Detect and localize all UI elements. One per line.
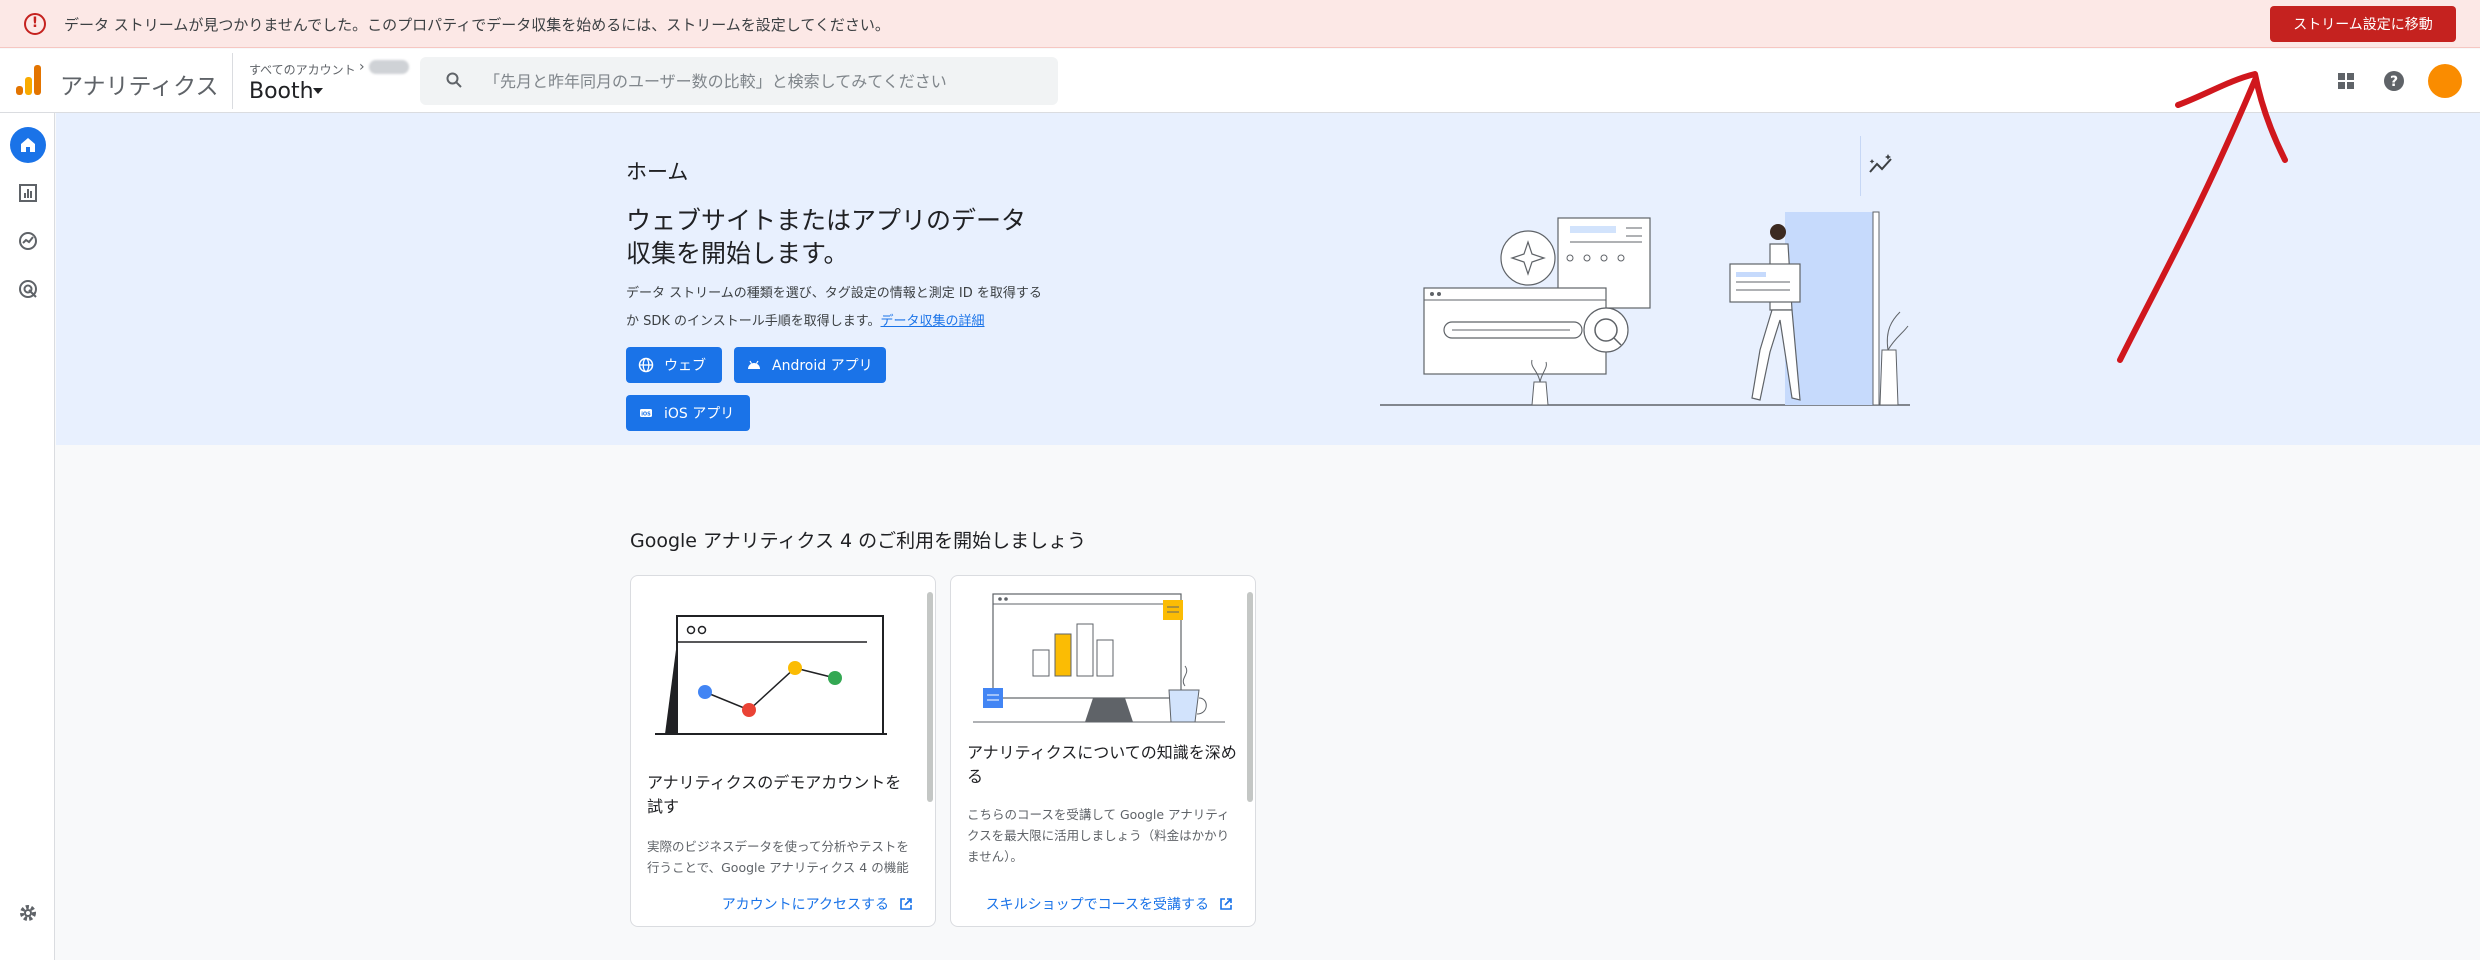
ios-icon: iOS [640, 409, 652, 418]
demo-account-card[interactable]: アナリティクスのデモアカウントを試す 実際のビジネスデータを使って分析やテストを… [630, 575, 936, 927]
access-account-link[interactable]: アカウントにアクセスする [722, 894, 913, 914]
globe-icon [638, 357, 654, 373]
insights-icon[interactable] [1866, 150, 1896, 180]
apps-icon[interactable] [2332, 67, 2360, 95]
search-input[interactable] [484, 57, 1044, 105]
search-icon [446, 72, 462, 88]
redacted-account-name [369, 60, 409, 74]
alert-circle-icon: ! [24, 13, 46, 35]
caret-down-icon [313, 88, 323, 94]
settings-icon[interactable] [10, 895, 46, 931]
avatar[interactable] [2428, 64, 2462, 98]
demo-card-title: アナリティクスのデモアカウントを試す [647, 773, 902, 816]
advertising-icon[interactable] [10, 271, 46, 307]
demo-card-description: 実際のビジネスデータを使って分析やテストを行うことで、Google アナリティク… [647, 839, 909, 875]
hero-heading: ウェブサイトまたはアプリのデータ収集を開始します。 [626, 206, 1027, 268]
account-picker[interactable]: すべてのアカウント › Booth [232, 53, 412, 109]
hero-description: データ ストリームの種類を選び、タグ設定の情報と測定 ID を取得するか SDK… [626, 280, 1046, 336]
divider [1860, 136, 1861, 196]
getting-started-title: Google アナリティクス 4 のご利用を開始しましょう [630, 530, 1087, 552]
left-nav-rail [0, 113, 55, 960]
data-collection-link[interactable]: データ収集の詳細 [881, 314, 985, 329]
hero-illustration [1380, 211, 1910, 406]
svg-text:iOS: iOS [641, 412, 651, 418]
chevron-right-icon: › [359, 59, 365, 75]
learn-card-description: こちらのコースを受講して Google アナリティクスを最大限に活用しましょう（… [967, 807, 1230, 864]
analytics-logo-icon[interactable] [16, 65, 42, 95]
ios-stream-label: iOS アプリ [664, 406, 735, 422]
skillshop-course-label: スキルショップでコースを受講する [985, 897, 1209, 913]
learn-analytics-card[interactable]: アナリティクスについての知識を深める こちらのコースを受講して Google ア… [950, 575, 1256, 927]
explore-icon[interactable] [10, 223, 46, 259]
android-stream-label: Android アプリ [772, 358, 873, 374]
search-bar[interactable] [420, 57, 1058, 105]
skillshop-course-link[interactable]: スキルショップでコースを受講する [986, 894, 1233, 914]
web-stream-button[interactable]: ウェブ [626, 347, 722, 383]
reports-icon[interactable] [10, 175, 46, 211]
alert-message: データ ストリームが見つかりませんでした。このプロパティでデータ収集を始めるには… [64, 16, 890, 34]
alert-banner: ! データ ストリームが見つかりませんでした。このプロパティでデータ収集を始める… [0, 0, 2480, 48]
open-in-new-icon [1220, 898, 1232, 910]
annotation-arrow [2117, 71, 2288, 363]
card-scrollbar[interactable] [927, 592, 933, 802]
web-stream-label: ウェブ [664, 358, 706, 374]
android-stream-button[interactable]: Android アプリ [734, 347, 886, 383]
product-name: アナリティクス [60, 74, 219, 100]
property-name: Booth [249, 79, 314, 104]
learn-card-title: アナリティクスについての知識を深める [967, 743, 1237, 786]
open-in-new-icon [900, 898, 912, 910]
card-scrollbar[interactable] [1247, 592, 1253, 802]
home-icon[interactable] [10, 127, 46, 163]
help-icon[interactable]: ? [2380, 67, 2408, 95]
page-title: ホーム [626, 160, 689, 184]
learning-illustration [973, 593, 1225, 723]
ios-stream-button[interactable]: iOS iOS アプリ [626, 395, 750, 431]
go-to-stream-setup-button[interactable]: ストリーム設定に移動 [2270, 6, 2456, 42]
access-account-label: アカウントにアクセスする [721, 897, 889, 913]
svg-text:?: ? [2390, 74, 2398, 90]
android-icon [748, 360, 760, 369]
account-breadcrumb-label: すべてのアカウント [249, 63, 356, 77]
demo-chart-illustration [655, 615, 887, 735]
